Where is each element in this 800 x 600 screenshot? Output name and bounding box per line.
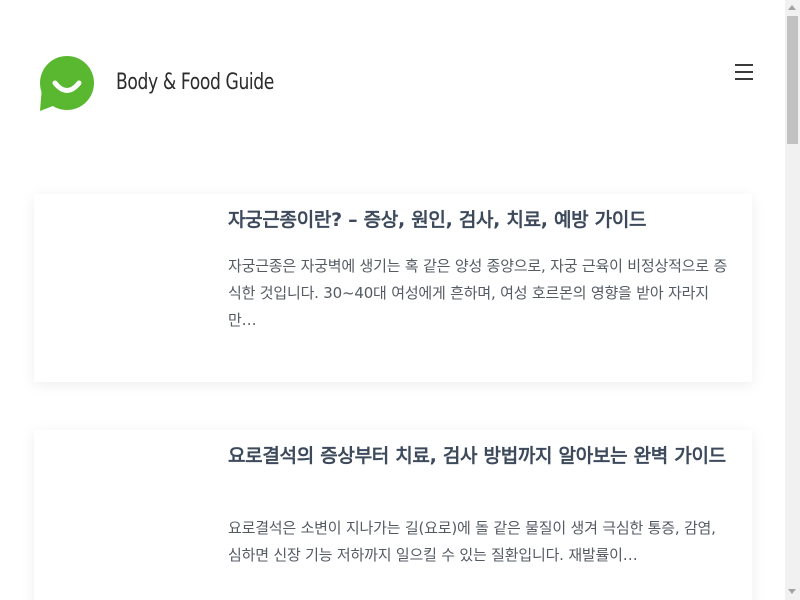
post-title[interactable]: 자궁근종이란? – 증상, 원인, 검사, 치료, 예방 가이드 <box>228 207 728 233</box>
site-header: Body & Food Guide <box>0 0 785 150</box>
post-thumbnail[interactable] <box>34 194 214 382</box>
site-title[interactable]: Body & Food Guide <box>116 70 274 95</box>
vertical-scrollbar[interactable] <box>785 0 800 600</box>
smiley-chat-bubble-icon[interactable] <box>36 54 96 114</box>
page: Body & Food Guide 자궁근종이란? – 증상, 원인, 검사, … <box>0 0 800 600</box>
scrollbar-thumb[interactable] <box>787 16 798 144</box>
post-excerpt: 자궁근종은 자궁벽에 생기는 혹 같은 양성 종양으로, 자궁 근육이 비정상적… <box>228 257 728 329</box>
post-excerpt: 요로결석은 소변이 지나가는 길(요로)에 돌 같은 물질이 생겨 극심한 통증… <box>228 519 716 564</box>
post-card: 요로결석의 증상부터 치료, 검사 방법까지 알아보는 완벽 가이드 요로결석은… <box>34 430 752 600</box>
hamburger-menu-icon[interactable] <box>732 61 756 83</box>
post-thumbnail[interactable] <box>34 430 214 600</box>
scroll-up-arrow-icon[interactable] <box>788 5 796 10</box>
post-title[interactable]: 요로결석의 증상부터 치료, 검사 방법까지 알아보는 완벽 가이드 <box>228 443 728 469</box>
post-card: 자궁근종이란? – 증상, 원인, 검사, 치료, 예방 가이드 자궁근종은 자… <box>34 194 752 382</box>
scroll-down-arrow-icon[interactable] <box>788 589 796 594</box>
